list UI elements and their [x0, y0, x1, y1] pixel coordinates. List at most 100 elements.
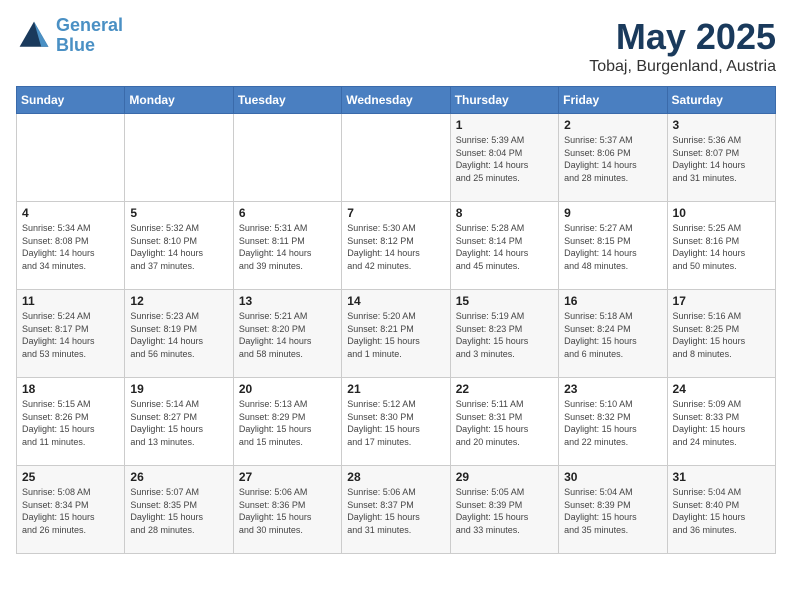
day-info: Sunrise: 5:25 AM Sunset: 8:16 PM Dayligh… [673, 222, 770, 272]
calendar-cell: 17 Sunrise: 5:16 AM Sunset: 8:25 PM Dayli… [667, 290, 775, 378]
calendar-cell: 6Sunrise: 5:31 AM Sunset: 8:11 PM Daylig… [233, 202, 341, 290]
calendar-cell: 20 Sunrise: 5:13 AM Sunset: 8:29 PM Dayli… [233, 378, 341, 466]
day-info: Sunrise: 5:09 AM Sunset: 8:33 PM Dayligh… [673, 398, 770, 448]
calendar-cell: 22 Sunrise: 5:11 AM Sunset: 8:31 PM Dayli… [450, 378, 558, 466]
day-number: 16 [564, 294, 661, 308]
day-info: Sunrise: 5:08 AM Sunset: 8:34 PM Dayligh… [22, 486, 119, 536]
day-info: Sunrise: 5:11 AM Sunset: 8:31 PM Dayligh… [456, 398, 553, 448]
week-row-2: 4 Sunrise: 5:34 AM Sunset: 8:08 PM Daylig… [17, 202, 776, 290]
calendar-cell: 5 Sunrise: 5:32 AM Sunset: 8:10 PM Daylig… [125, 202, 233, 290]
day-info: Sunrise: 5:20 AM Sunset: 8:21 PM Dayligh… [347, 310, 444, 360]
week-row-4: 18 Sunrise: 5:15 AM Sunset: 8:26 PM Dayli… [17, 378, 776, 466]
calendar-cell: 16 Sunrise: 5:18 AM Sunset: 8:24 PM Dayli… [559, 290, 667, 378]
day-number: 12 [130, 294, 227, 308]
day-number: 17 [673, 294, 770, 308]
day-info: Sunrise: 5:10 AM Sunset: 8:32 PM Dayligh… [564, 398, 661, 448]
logo: General Blue [16, 16, 123, 56]
weekday-header-monday: Monday [125, 87, 233, 114]
day-number: 5 [130, 206, 227, 220]
day-info: Sunrise: 5:32 AM Sunset: 8:10 PM Dayligh… [130, 222, 227, 272]
day-number: 23 [564, 382, 661, 396]
calendar-cell: 29 Sunrise: 5:05 AM Sunset: 8:39 PM Dayli… [450, 466, 558, 554]
day-number: 2 [564, 118, 661, 132]
header: General Blue May 2025 Tobaj, Burgenland,… [16, 16, 776, 76]
day-info: Sunrise: 5:27 AM Sunset: 8:15 PM Dayligh… [564, 222, 661, 272]
day-info: Sunrise: 5:16 AM Sunset: 8:25 PM Dayligh… [673, 310, 770, 360]
day-info: Sunrise: 5:05 AM Sunset: 8:39 PM Dayligh… [456, 486, 553, 536]
calendar-cell: 26 Sunrise: 5:07 AM Sunset: 8:35 PM Dayli… [125, 466, 233, 554]
calendar-cell [342, 114, 450, 202]
calendar-cell [233, 114, 341, 202]
day-number: 7 [347, 206, 444, 220]
day-info: Sunrise: 5:15 AM Sunset: 8:26 PM Dayligh… [22, 398, 119, 448]
day-info: Sunrise: 5:36 AM Sunset: 8:07 PM Dayligh… [673, 134, 770, 184]
day-info: Sunrise: 5:23 AM Sunset: 8:19 PM Dayligh… [130, 310, 227, 360]
title-block: May 2025 Tobaj, Burgenland, Austria [589, 16, 776, 76]
calendar-cell: 12 Sunrise: 5:23 AM Sunset: 8:19 PM Dayli… [125, 290, 233, 378]
day-info: Sunrise: 5:21 AM Sunset: 8:20 PM Dayligh… [239, 310, 336, 360]
day-number: 10 [673, 206, 770, 220]
calendar-subtitle: Tobaj, Burgenland, Austria [589, 58, 776, 76]
day-info: Sunrise: 5:14 AM Sunset: 8:27 PM Dayligh… [130, 398, 227, 448]
day-info: Sunrise: 5:37 AM Sunset: 8:06 PM Dayligh… [564, 134, 661, 184]
day-number: 14 [347, 294, 444, 308]
calendar-cell: 4 Sunrise: 5:34 AM Sunset: 8:08 PM Daylig… [17, 202, 125, 290]
day-number: 29 [456, 470, 553, 484]
weekday-header-friday: Friday [559, 87, 667, 114]
day-info: Sunrise: 5:06 AM Sunset: 8:36 PM Dayligh… [239, 486, 336, 536]
day-number: 6 [239, 206, 336, 220]
weekday-header-thursday: Thursday [450, 87, 558, 114]
day-number: 13 [239, 294, 336, 308]
calendar-cell: 28 Sunrise: 5:06 AM Sunset: 8:37 PM Dayli… [342, 466, 450, 554]
day-number: 31 [673, 470, 770, 484]
week-row-1: 1 Sunrise: 5:39 AM Sunset: 8:04 PM Daylig… [17, 114, 776, 202]
calendar-cell: 27 Sunrise: 5:06 AM Sunset: 8:36 PM Dayli… [233, 466, 341, 554]
calendar-cell: 25 Sunrise: 5:08 AM Sunset: 8:34 PM Dayli… [17, 466, 125, 554]
day-number: 18 [22, 382, 119, 396]
day-info: Sunrise: 5:39 AM Sunset: 8:04 PM Dayligh… [456, 134, 553, 184]
day-info: Sunrise: 5:04 AM Sunset: 8:40 PM Dayligh… [673, 486, 770, 536]
calendar-title: May 2025 [589, 16, 776, 58]
weekday-header-row: SundayMondayTuesdayWednesdayThursdayFrid… [17, 87, 776, 114]
calendar-cell: 9Sunrise: 5:27 AM Sunset: 8:15 PM Daylig… [559, 202, 667, 290]
day-number: 27 [239, 470, 336, 484]
day-number: 19 [130, 382, 227, 396]
day-info: Sunrise: 5:06 AM Sunset: 8:37 PM Dayligh… [347, 486, 444, 536]
calendar-table: SundayMondayTuesdayWednesdayThursdayFrid… [16, 86, 776, 554]
day-number: 1 [456, 118, 553, 132]
calendar-cell: 19 Sunrise: 5:14 AM Sunset: 8:27 PM Dayli… [125, 378, 233, 466]
weekday-header-sunday: Sunday [17, 87, 125, 114]
day-info: Sunrise: 5:19 AM Sunset: 8:23 PM Dayligh… [456, 310, 553, 360]
day-info: Sunrise: 5:18 AM Sunset: 8:24 PM Dayligh… [564, 310, 661, 360]
calendar-cell: 13 Sunrise: 5:21 AM Sunset: 8:20 PM Dayli… [233, 290, 341, 378]
day-number: 11 [22, 294, 119, 308]
weekday-header-saturday: Saturday [667, 87, 775, 114]
day-number: 25 [22, 470, 119, 484]
calendar-cell: 7 Sunrise: 5:30 AM Sunset: 8:12 PM Daylig… [342, 202, 450, 290]
day-info: Sunrise: 5:28 AM Sunset: 8:14 PM Dayligh… [456, 222, 553, 272]
day-number: 3 [673, 118, 770, 132]
day-info: Sunrise: 5:13 AM Sunset: 8:29 PM Dayligh… [239, 398, 336, 448]
day-info: Sunrise: 5:30 AM Sunset: 8:12 PM Dayligh… [347, 222, 444, 272]
logo-icon [16, 18, 52, 54]
calendar-cell: 11 Sunrise: 5:24 AM Sunset: 8:17 PM Dayli… [17, 290, 125, 378]
day-number: 22 [456, 382, 553, 396]
calendar-cell [125, 114, 233, 202]
day-number: 21 [347, 382, 444, 396]
day-info: Sunrise: 5:34 AM Sunset: 8:08 PM Dayligh… [22, 222, 119, 272]
calendar-cell: 24Sunrise: 5:09 AM Sunset: 8:33 PM Dayli… [667, 378, 775, 466]
week-row-3: 11 Sunrise: 5:24 AM Sunset: 8:17 PM Dayli… [17, 290, 776, 378]
day-number: 4 [22, 206, 119, 220]
day-number: 28 [347, 470, 444, 484]
calendar-cell: 21Sunrise: 5:12 AM Sunset: 8:30 PM Dayli… [342, 378, 450, 466]
calendar-cell: 2 Sunrise: 5:37 AM Sunset: 8:06 PM Daylig… [559, 114, 667, 202]
calendar-cell: 23 Sunrise: 5:10 AM Sunset: 8:32 PM Dayli… [559, 378, 667, 466]
day-number: 26 [130, 470, 227, 484]
calendar-cell: 10 Sunrise: 5:25 AM Sunset: 8:16 PM Dayli… [667, 202, 775, 290]
calendar-cell: 15 Sunrise: 5:19 AM Sunset: 8:23 PM Dayli… [450, 290, 558, 378]
day-info: Sunrise: 5:24 AM Sunset: 8:17 PM Dayligh… [22, 310, 119, 360]
day-number: 15 [456, 294, 553, 308]
day-number: 20 [239, 382, 336, 396]
day-info: Sunrise: 5:07 AM Sunset: 8:35 PM Dayligh… [130, 486, 227, 536]
calendar-cell: 1 Sunrise: 5:39 AM Sunset: 8:04 PM Daylig… [450, 114, 558, 202]
